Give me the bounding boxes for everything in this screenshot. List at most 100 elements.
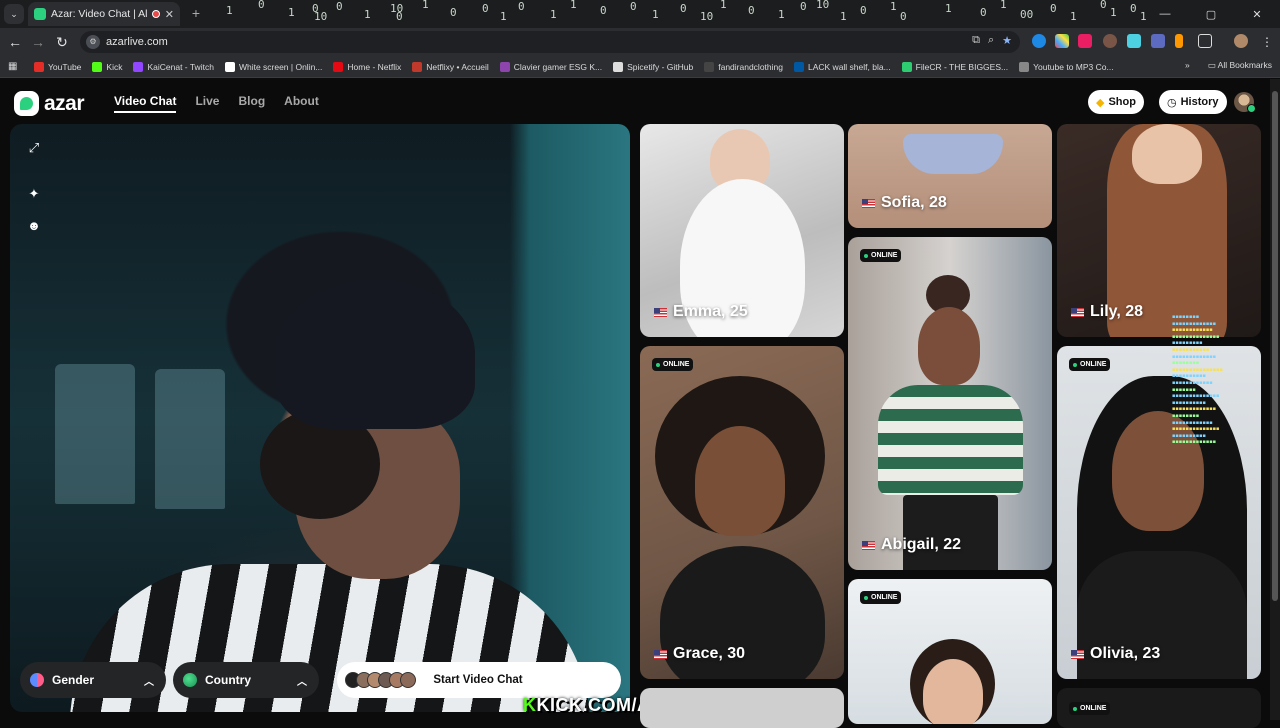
profile-card[interactable]: ONLINE Grace, 30 [640, 346, 844, 679]
matrix-digit: 1 [288, 6, 295, 19]
profile-photo-face [695, 426, 785, 536]
sparkle-effects-icon[interactable]: ✦ [26, 186, 42, 202]
profile-photo-sweater [878, 385, 1023, 495]
extension-icon[interactable] [1127, 34, 1141, 48]
apps-grid-icon[interactable]: ▦ [8, 61, 20, 72]
us-flag-icon [862, 198, 875, 208]
azar-logo[interactable]: azar [14, 91, 85, 116]
matrix-digit: 1 [945, 2, 952, 15]
bookmark-item[interactable]: Netflixy • Accueil [412, 61, 489, 72]
bookmark-favicon-icon [793, 61, 804, 72]
nav-blog[interactable]: Blog [238, 94, 265, 108]
history-label: History [1180, 96, 1219, 108]
extension-icon[interactable] [1103, 34, 1117, 48]
bookmark-item[interactable]: Home - Netflix [333, 61, 402, 72]
profile-card[interactable]: ONLINE [848, 579, 1052, 724]
profile-card[interactable]: Lily, 28 [1057, 124, 1261, 337]
matrix-digit: 1 [500, 10, 507, 23]
minimize-button[interactable]: — [1142, 0, 1188, 28]
matrix-digit: 1 [840, 10, 847, 23]
online-badge: ONLINE [860, 591, 902, 604]
all-bookmarks-folder[interactable]: ▭ All Bookmarks [1208, 60, 1272, 71]
bookmark-star-icon[interactable]: ★ [1002, 34, 1012, 47]
more-bookmarks-button[interactable]: » [1185, 60, 1190, 71]
face-filter-icon[interactable]: ☻ [26, 218, 42, 234]
profile-photo-face [923, 659, 983, 724]
reload-icon[interactable]: ↻ [53, 33, 71, 51]
bookmark-item[interactable]: YouTube [34, 61, 81, 72]
site-info-icon[interactable]: ⚙ [86, 35, 100, 49]
close-window-button[interactable]: ✕ [1234, 0, 1280, 28]
gender-label: Gender [52, 673, 95, 687]
profile-avatar-icon[interactable] [1234, 34, 1248, 48]
scrollbar-thumb[interactable] [1272, 91, 1278, 601]
profile-card[interactable]: Emma, 25 [640, 124, 844, 337]
gender-filter-button[interactable]: Gender ︿ [20, 662, 166, 698]
extension-icon[interactable] [1032, 34, 1046, 48]
matrix-digit: 1 [720, 0, 727, 11]
bookmark-item[interactable]: White screen | Onlin... [224, 61, 322, 72]
matrix-digit: 10 [314, 10, 328, 23]
bookmark-label: Home - Netflix [347, 61, 402, 72]
bookmark-label: Clavier gamer ESG K... [513, 61, 603, 72]
beanie [275, 279, 475, 429]
matrix-digit: 1 [550, 8, 557, 21]
address-url: azarlive.com [106, 36, 168, 48]
bookmark-favicon-icon [1019, 61, 1030, 72]
matrix-theme-background: 1 0 1 0 10 0 1 10 0 1 0 0 1 0 1 1 0 0 1 0 10 1 0 1 0 10 1 0 1 0 1 0 1 00 0… [200, 0, 1160, 28]
bookmark-label: Youtube to MP3 Co... [1033, 61, 1114, 72]
country-filter-button[interactable]: Country ︿ [173, 662, 319, 698]
shop-button[interactable]: ◆ Shop [1088, 90, 1144, 114]
matrix-digit: 0 [900, 10, 907, 23]
bookmark-label: Spicetify - GitHub [627, 61, 694, 72]
address-bar[interactable]: ⚙ azarlive.com ⧉ ⌕ ★ [80, 31, 1020, 53]
start-video-chat-button[interactable]: Start Video Chat [337, 662, 621, 698]
bookmark-favicon-icon [92, 61, 103, 72]
profile-card[interactable]: ONLINE [1057, 688, 1261, 728]
profile-name: Grace, 30 [654, 645, 745, 663]
bookmark-item[interactable]: fandirandclothing [704, 61, 783, 72]
bookmark-item[interactable]: Kick [92, 61, 122, 72]
install-app-icon[interactable]: ⧉ [972, 34, 980, 47]
expand-icon[interactable]: ⤢ [26, 140, 42, 156]
bookmark-item[interactable]: LACK wall shelf, bla... [793, 61, 891, 72]
profile-card[interactable]: ONLINE Abigail, 22 [848, 237, 1052, 570]
shop-label: Shop [1108, 96, 1136, 108]
profile-photo-face [1132, 124, 1202, 184]
extension-icon[interactable] [1151, 34, 1165, 48]
profile-card[interactable] [640, 688, 844, 728]
bookmark-item[interactable]: KaiCenat - Twitch [133, 61, 214, 72]
nav-about[interactable]: About [284, 94, 319, 108]
profile-card[interactable]: Sofia, 28 [848, 124, 1052, 228]
matrix-digit: 0 [1130, 2, 1137, 15]
bookmark-item[interactable]: Clavier gamer ESG K... [499, 61, 603, 72]
matrix-digit: 1 [570, 0, 577, 11]
maximize-button[interactable]: ▢ [1188, 0, 1234, 28]
user-avatar[interactable] [1234, 92, 1256, 113]
browser-tab-azar[interactable]: Azar: Video Chat | Alternative ✕ [28, 2, 180, 26]
profile-photo-pants [903, 495, 998, 570]
bookmark-item[interactable]: Spicetify - GitHub [613, 61, 694, 72]
matrix-digit: 1 [364, 8, 371, 21]
history-button[interactable]: ◷ History [1159, 90, 1227, 114]
extension-icon[interactable] [1175, 34, 1183, 48]
extension-icon[interactable] [1078, 34, 1092, 48]
matrix-digit: 0 [600, 4, 607, 17]
page-scrollbar[interactable] [1270, 79, 1280, 720]
matrix-digit: 0 [860, 4, 867, 17]
tab-search-button[interactable]: ⌄ [4, 4, 24, 24]
extensions-puzzle-icon[interactable] [1198, 34, 1212, 48]
bookmark-item[interactable]: FileCR - THE BIGGES... [901, 61, 1008, 72]
nav-live[interactable]: Live [195, 94, 219, 108]
online-badge: ONLINE [1069, 702, 1111, 715]
bookmark-favicon-icon [133, 61, 144, 72]
zoom-icon[interactable]: ⌕ [988, 34, 994, 47]
extension-icon[interactable] [1055, 34, 1069, 48]
browser-menu-icon[interactable]: ⋮ [1258, 33, 1276, 51]
forward-arrow-icon[interactable]: → [29, 33, 47, 51]
nav-video-chat[interactable]: Video Chat [114, 94, 177, 113]
tab-close-icon[interactable]: ✕ [165, 8, 174, 21]
all-bookmarks-label: All Bookmarks [1217, 60, 1272, 70]
back-arrow-icon[interactable]: ← [6, 33, 24, 51]
bookmark-item[interactable]: Youtube to MP3 Co... [1019, 61, 1114, 72]
